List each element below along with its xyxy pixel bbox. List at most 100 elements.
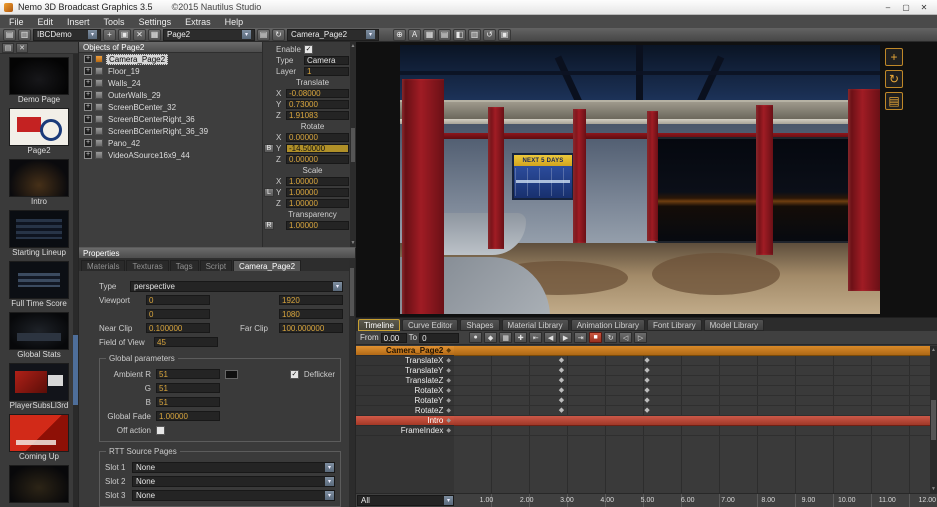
page-thumbnail[interactable] [9,57,69,95]
transform-value-field[interactable]: 1.00000 [286,188,349,197]
menu-item[interactable]: Edit [31,15,61,28]
slot-select[interactable]: None [132,490,335,501]
menu-item[interactable]: Extras [178,15,218,28]
viewport-y-field[interactable]: 0 [146,309,210,319]
track-lane[interactable] [454,396,930,406]
transform-value-field[interactable]: -0.08000 [286,89,349,98]
page-thumbnail[interactable] [9,210,69,248]
toolbar-icon-button[interactable]: ▣ [118,29,131,41]
tree-expander-icon[interactable] [84,127,92,135]
close-button[interactable]: ✕ [915,1,933,14]
off-action-checkbox[interactable] [156,426,165,435]
timeline-transport-button[interactable]: ⇤ [529,332,542,343]
timeline-transport-button[interactable]: ▷ [634,332,647,343]
track-lane[interactable] [454,346,930,356]
transform-value-field[interactable]: 0.73000 [286,100,349,109]
fov-field[interactable]: 45 [154,337,218,347]
from-field[interactable]: 0.00 [381,333,407,343]
track-name[interactable]: TranslateZ [356,376,454,386]
timeline-track[interactable]: TranslateX [356,356,930,366]
timeline-transport-button[interactable]: ◆ [484,332,497,343]
toolbar-icon-button[interactable]: ▤ [3,29,16,41]
properties-tab[interactable]: Materials [81,260,125,271]
slot-select[interactable]: None [132,476,335,487]
timeline-transport-button[interactable]: ↻ [604,332,617,343]
transform-value-field[interactable]: 1.91083 [286,111,349,120]
pages-toolbar-icon-button[interactable]: ▤ [2,43,14,53]
toolbar-icon-button[interactable]: ▤ [438,29,451,41]
track-lane[interactable] [454,386,930,396]
timeline-track[interactable]: Intro [356,416,930,426]
properties-scrollbar[interactable] [349,260,355,507]
page-thumbnail[interactable] [9,261,69,299]
ambient-g-field[interactable]: 51 [156,383,220,393]
toolbar-icon-button[interactable]: ▦ [148,29,161,41]
object-tree-item[interactable]: Pano_42 [79,137,262,149]
page-item[interactable]: PlayerSubsLl3rd [0,363,78,411]
menu-item[interactable]: Settings [132,15,179,28]
transform-value-field[interactable]: 1.00000 [286,199,349,208]
viewport-width-field[interactable]: 1920 [279,295,343,305]
menu-item[interactable]: Tools [97,15,132,28]
timeline-tab[interactable]: Animation Library [571,319,645,331]
object-tree-item[interactable]: Floor_19 [79,65,262,77]
track-lane[interactable] [454,426,930,436]
to-field[interactable]: 0 [419,333,459,343]
transform-value-field[interactable]: Camera [304,56,349,65]
toolbar-icon-button[interactable]: ⊕ [393,29,406,41]
properties-tab[interactable]: Camera_Page2 [233,260,301,271]
object-tree-item[interactable]: Camera_Page2 [79,53,262,65]
track-filter-select[interactable]: All [357,495,454,506]
viewport-x-field[interactable]: 0 [146,295,210,305]
toolbar-icon-button[interactable]: ↻ [272,29,285,41]
page-item[interactable]: Coming Up [0,414,78,462]
tree-expander-icon[interactable] [84,91,92,99]
timeline-track[interactable]: TranslateZ [356,376,930,386]
menu-item[interactable]: Help [218,15,251,28]
maximize-button[interactable]: ▢ [897,1,915,14]
track-lane[interactable] [454,406,930,416]
page-item[interactable]: Global Stats [0,312,78,360]
track-name[interactable]: TranslateX [356,356,454,366]
track-name[interactable]: RotateY [356,396,454,406]
menu-item[interactable]: Insert [60,15,97,28]
toolbar-icon-button[interactable]: ▥ [468,29,481,41]
perspective-select[interactable]: perspective [130,281,343,292]
tree-expander-icon[interactable] [84,139,92,147]
track-lane[interactable] [454,366,930,376]
tree-expander-icon[interactable] [84,55,92,63]
global-fade-field[interactable]: 1.00000 [156,411,220,421]
toolbar-icon-button[interactable]: ▤ [257,29,270,41]
pages-toolbar-icon-button[interactable]: ✕ [16,43,28,53]
transform-value-field[interactable]: 1.00000 [286,221,349,230]
track-lane[interactable] [454,416,930,426]
transform-value-field[interactable]: 0.00000 [286,155,349,164]
page-thumbnail[interactable] [9,465,69,503]
ambient-b-field[interactable]: 51 [156,397,220,407]
axis-link-button[interactable]: B [264,144,274,153]
timeline-transport-button[interactable]: ▦ [499,332,512,343]
timeline-track[interactable]: Camera_Page2 [356,346,930,356]
time-scale[interactable]: 1.002.003.004.005.006.007.008.009.0010.0… [454,494,937,507]
tree-expander-icon[interactable] [84,79,92,87]
toolbar-icon-button[interactable]: ✕ [133,29,146,41]
minimize-button[interactable]: – [879,1,897,14]
page-item[interactable]: Starting Lineup [0,210,78,258]
timeline-tab[interactable]: Curve Editor [402,319,458,331]
page-thumbnail[interactable] [9,108,69,146]
object-tree-item[interactable]: Walls_24 [79,77,262,89]
timeline-tab[interactable]: Material Library [502,319,569,331]
deflicker-checkbox[interactable] [290,370,299,379]
slot-select[interactable]: None [132,462,335,473]
timeline-track[interactable]: FrameIndex [356,426,930,436]
project-select[interactable]: IBCDemo [33,29,101,41]
page-item[interactable]: Intro [0,159,78,207]
object-tree-item[interactable]: ScreenBCenterRight_36_39 [79,125,262,137]
page-item[interactable]: Full Time Score [0,261,78,309]
properties-tab[interactable]: Script [200,260,232,271]
toolbar-icon-button[interactable]: ▣ [498,29,511,41]
page-thumbnail[interactable] [9,159,69,197]
enable-checkbox[interactable] [304,45,313,54]
timeline-tab[interactable]: Model Library [704,319,764,331]
object-tree-item[interactable]: OuterWalls_29 [79,89,262,101]
